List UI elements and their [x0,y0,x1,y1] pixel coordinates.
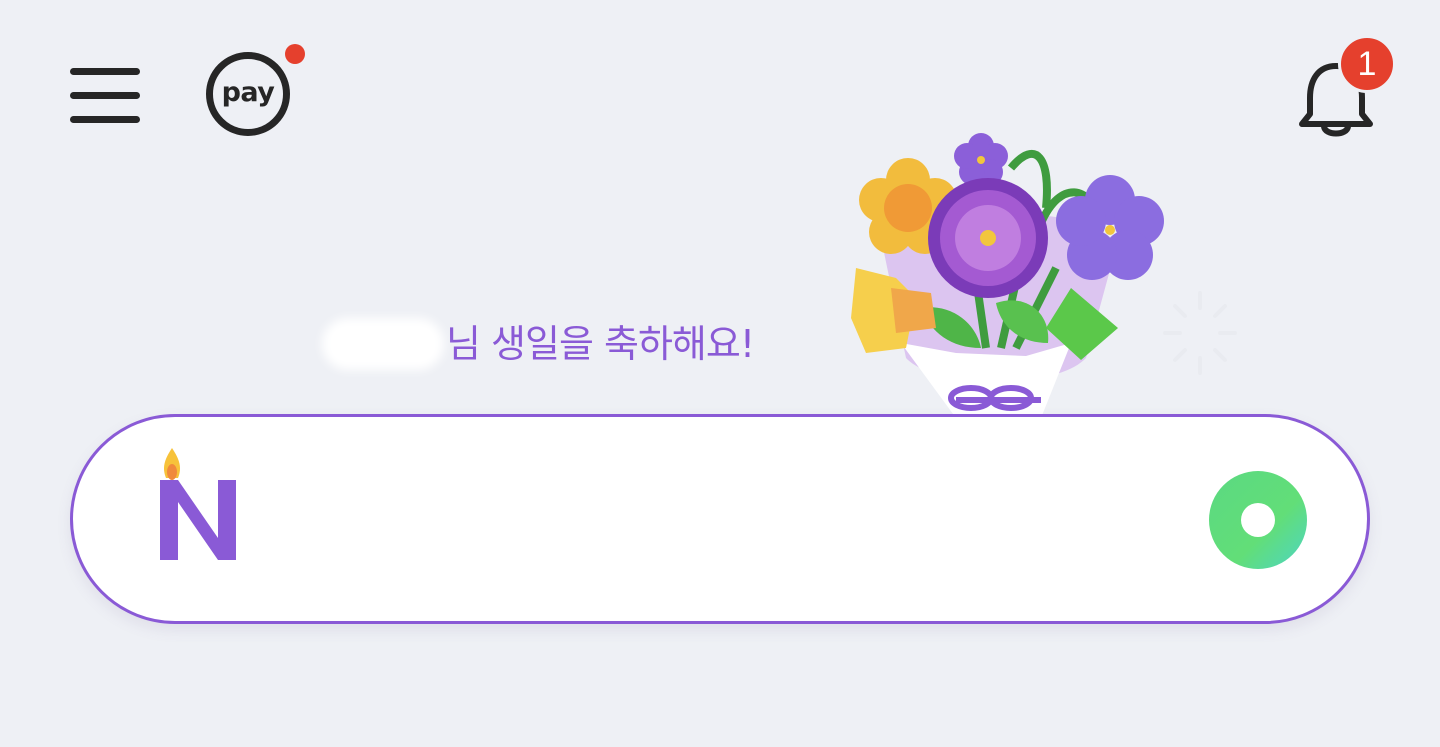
green-ring-button-icon[interactable] [1206,468,1310,572]
pay-button[interactable]: pay [206,52,290,136]
greeting-message: 님 생일을 축하해요! [446,321,755,366]
search-bar[interactable] [70,414,1370,624]
pay-logo-text: pay [221,76,275,108]
pay-new-indicator-dot [285,44,305,64]
sparkle-decoration-icon [1160,288,1240,378]
hamburger-menu-icon[interactable] [62,62,148,134]
notification-count-badge: 1 [1338,35,1396,93]
birthday-greeting: 님 생일을 축하해요! [322,298,755,370]
flower-bouquet-icon [826,128,1176,428]
birthday-candle-n-logo-icon [150,446,246,562]
search-input[interactable] [273,467,1177,569]
user-name-blurred [322,318,444,370]
